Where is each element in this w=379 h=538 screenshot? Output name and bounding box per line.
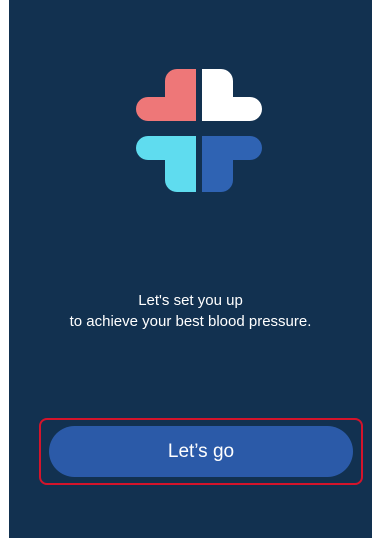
logo-petal-top-left — [136, 69, 196, 121]
logo-petal-bottom-right — [202, 136, 262, 192]
lets-go-button[interactable]: Let’s go — [49, 426, 353, 477]
subtitle-line-2: to achieve your best blood pressure. — [69, 313, 312, 330]
onboarding-screen: Let's set you up to achieve your best bl… — [9, 0, 372, 538]
cta-highlight-frame: Let’s go — [39, 418, 363, 485]
onboarding-subtitle: Let's set you up to achieve your best bl… — [9, 290, 372, 332]
heart-clover-logo-icon — [136, 69, 262, 192]
subtitle-line-1: Let's set you up — [138, 292, 243, 309]
logo-petal-bottom-left — [136, 136, 196, 192]
logo-petal-top-right — [202, 69, 262, 121]
